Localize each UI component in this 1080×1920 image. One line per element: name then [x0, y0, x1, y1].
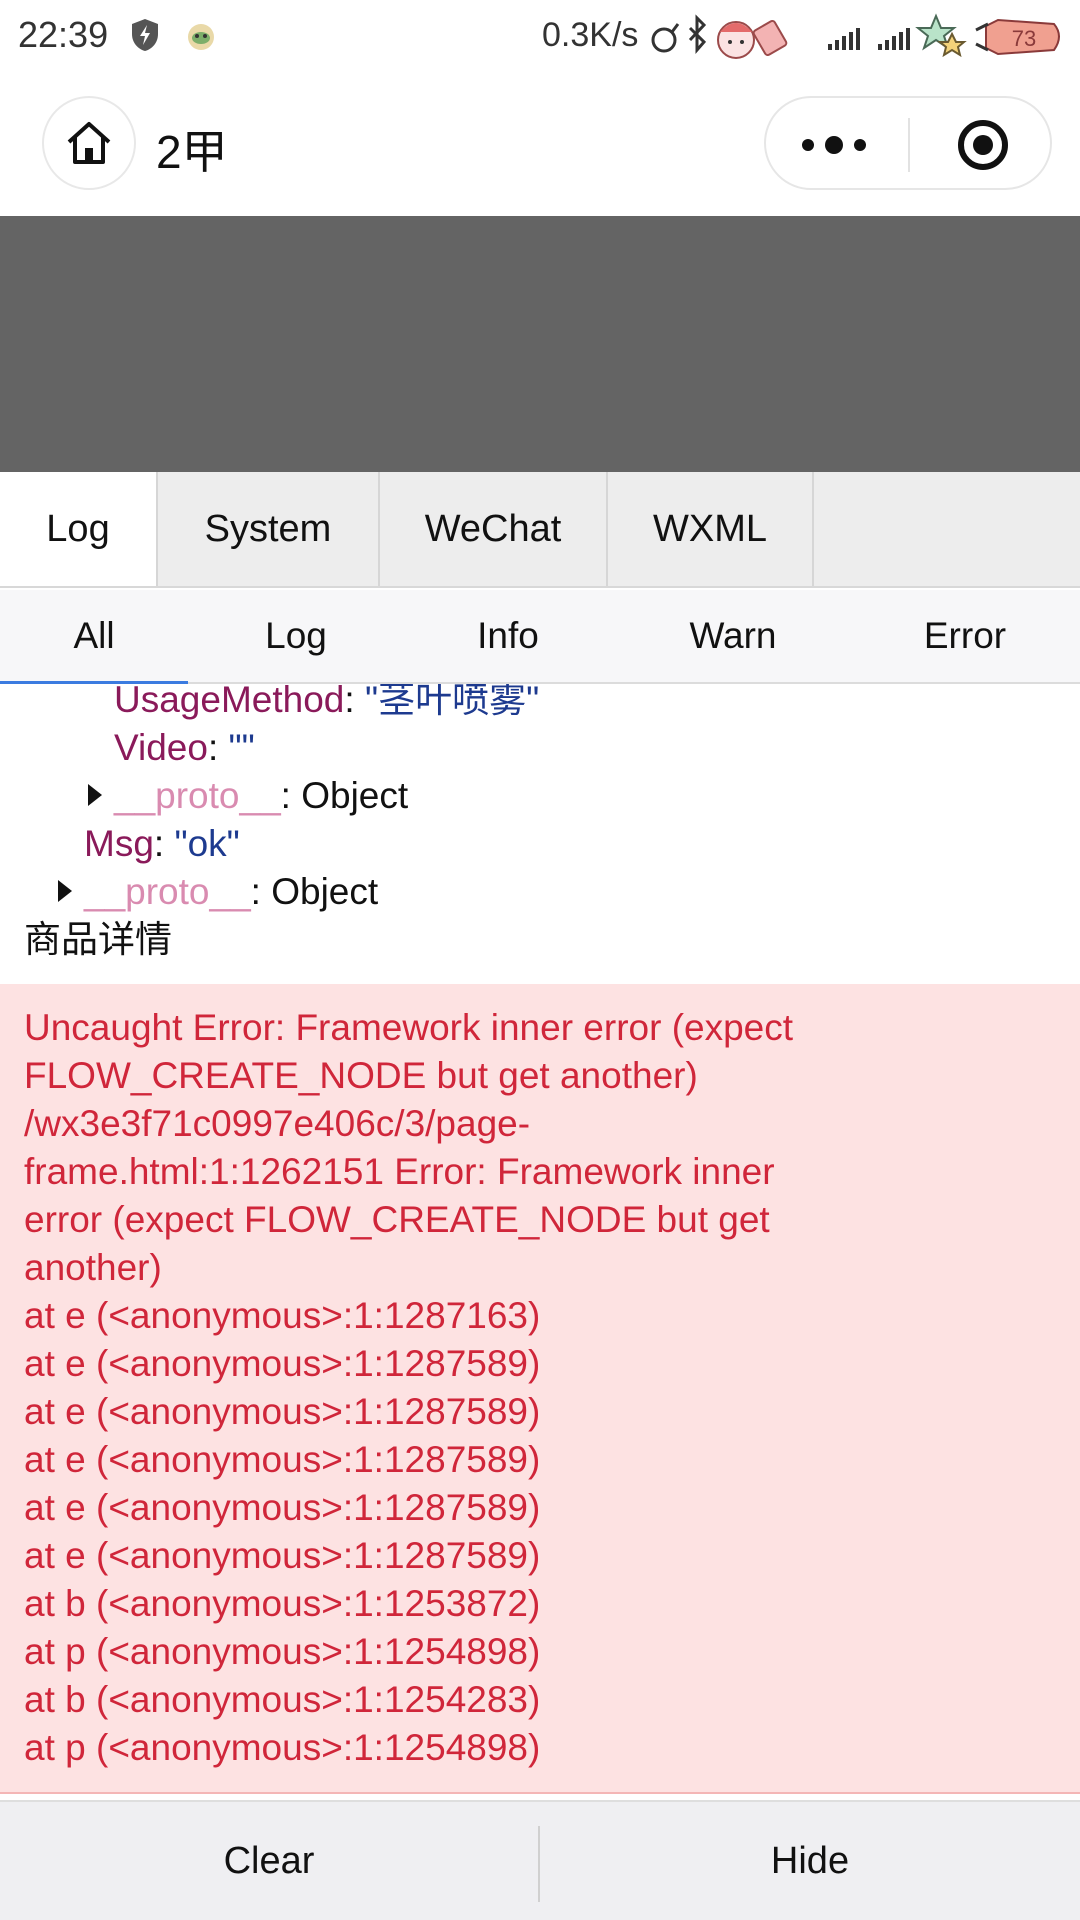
tab-log[interactable]: Log [0, 472, 158, 586]
expand-arrow-icon[interactable] [88, 784, 102, 807]
expand-arrow-icon[interactable] [58, 880, 72, 903]
stack-trace-line: at e (<anonymous>:1:1287163) [24, 1295, 541, 1336]
log-key: __proto__ [114, 775, 281, 816]
error-log-entry: Uncaught Error: Framework inner error (e… [0, 984, 1080, 1794]
error-line: error (expect FLOW_CREATE_NODE but get [24, 1199, 770, 1240]
battery-level: 73 [1012, 26, 1036, 51]
filter-info[interactable]: Info [420, 590, 596, 682]
log-entry: Msg: "ok" [84, 823, 240, 864]
signal-icon [878, 28, 910, 50]
log-value: Object [271, 871, 379, 912]
shield-icon [132, 19, 158, 51]
bluetooth-icon [688, 14, 707, 54]
log-entry: UsageMethod: "茎叶喷雾" [114, 684, 539, 724]
clear-button[interactable]: Clear [0, 1802, 538, 1920]
stack-trace-line: at p (<anonymous>:1:1254898) [24, 1631, 541, 1672]
status-bar: 22:39 0.3K/s 73 [0, 0, 1080, 74]
log-key: UsageMethod [114, 684, 345, 720]
filter-log[interactable]: Log [208, 590, 384, 682]
log-value: "" [228, 727, 255, 768]
hide-button[interactable]: Hide [540, 1802, 1080, 1920]
capsule-divider [908, 118, 910, 172]
star-icon [915, 13, 967, 58]
home-icon [67, 122, 111, 164]
more-button[interactable] [802, 128, 866, 162]
log-entry-text: 商品详情 [24, 919, 172, 960]
stack-trace-line: at e (<anonymous>:1:1287589) [24, 1439, 541, 1480]
vconsole-toolbar: Clear Hide [0, 1800, 1080, 1920]
filter-warn[interactable]: Warn [644, 590, 822, 682]
log-value: "茎叶喷雾" [364, 684, 540, 720]
app-notification-icon [188, 24, 214, 50]
tab-wxml[interactable]: WXML [608, 472, 814, 586]
log-key: Msg [84, 823, 154, 864]
error-line: /wx3e3f71c0997e406c/3/page- [24, 1103, 531, 1144]
log-key: Video [114, 727, 208, 768]
vconsole-tabs: Log System WeChat WXML [0, 472, 1080, 588]
page-title: 2甲 [156, 126, 228, 178]
stack-trace-line: at b (<anonymous>:1:1253872) [24, 1583, 541, 1624]
log-entry-expandable[interactable]: __proto__: Object [58, 868, 378, 916]
alarm-icon [651, 23, 680, 53]
error-line: another) [24, 1247, 162, 1288]
menu-capsule [764, 96, 1052, 190]
more-icon [802, 139, 814, 151]
log-entry-expandable[interactable]: __proto__: Object [88, 772, 408, 820]
error-line: frame.html:1:1262151 Error: Framework in… [24, 1151, 775, 1192]
mini-program-navbar: 2甲 [0, 74, 1080, 216]
status-icons: 73 [651, 13, 1060, 59]
filter-error[interactable]: Error [878, 590, 1052, 682]
tab-wechat[interactable]: WeChat [380, 472, 608, 586]
page-content-overlay [0, 216, 1080, 472]
log-output: UsageMethod: "茎叶喷雾" Video: "" __proto__:… [0, 684, 1080, 984]
stack-trace-line: at e (<anonymous>:1:1287589) [24, 1343, 541, 1384]
sticker-icon [717, 19, 788, 59]
log-entry: Video: "" [114, 727, 255, 768]
stack-trace-line: at e (<anonymous>:1:1287589) [24, 1487, 541, 1528]
target-icon[interactable] [956, 118, 1010, 172]
log-filter-bar: All Log Info Warn Error [0, 590, 1080, 684]
tab-system[interactable]: System [158, 472, 380, 586]
error-line: Uncaught Error: Framework inner error (e… [24, 1007, 794, 1048]
stack-trace-line: at e (<anonymous>:1:1287589) [24, 1391, 541, 1432]
stack-trace-line: at e (<anonymous>:1:1287589) [24, 1535, 541, 1576]
error-line: FLOW_CREATE_NODE but get another) [24, 1055, 698, 1096]
log-value: "ok" [174, 823, 240, 864]
stack-trace-line: at p (<anonymous>:1:1254898) [24, 1727, 541, 1768]
status-time: 22:39 [18, 14, 109, 55]
stack-trace-line: at b (<anonymous>:1:1254283) [24, 1679, 541, 1720]
log-value: Object [301, 775, 409, 816]
log-key: __proto__ [84, 871, 251, 912]
home-button[interactable] [42, 96, 136, 190]
signal-icon [828, 28, 860, 50]
network-speed: 0.3K/s [542, 16, 639, 54]
filter-all[interactable]: All [0, 590, 188, 684]
